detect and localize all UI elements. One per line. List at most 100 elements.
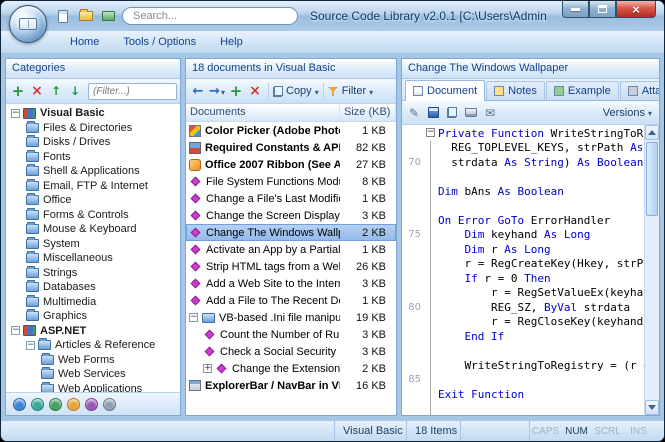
delete-document-button[interactable] xyxy=(246,82,264,100)
search-input[interactable] xyxy=(122,7,298,25)
save-button[interactable] xyxy=(424,104,442,122)
category-label: System xyxy=(43,238,80,250)
document-row[interactable]: Color Picker (Adobe Photoshop ...1 KB xyxy=(186,122,396,139)
scroll-down-button[interactable] xyxy=(645,400,659,415)
document-name-cell: +Change the Extension of Files i... xyxy=(186,360,340,377)
code-text: strdata As String) As Boolean xyxy=(438,156,644,169)
email-button[interactable] xyxy=(481,104,499,122)
move-down-button[interactable] xyxy=(66,82,84,100)
category-filter-input[interactable] xyxy=(88,83,177,100)
document-row[interactable]: Activate an App by a Partial Wind...1 KB xyxy=(186,241,396,258)
document-size: 3 KB xyxy=(340,278,396,290)
application-button[interactable] xyxy=(9,5,47,43)
category-item[interactable]: Disks / Drives xyxy=(6,135,180,150)
add-category-button[interactable] xyxy=(9,82,27,100)
document-row[interactable]: Strip HTML tags from a Web Page...26 KB xyxy=(186,258,396,275)
minimize-button[interactable] xyxy=(562,1,589,18)
back-button[interactable] xyxy=(189,82,207,100)
document-row[interactable]: Required Constants & API Decla...82 KB xyxy=(186,139,396,156)
document-row[interactable]: File System Functions Module8 KB xyxy=(186,173,396,190)
app-window: Source Code Library v2.0.1 [C:\Users\Adm… xyxy=(0,0,665,442)
category-item[interactable]: −ASP.NET xyxy=(6,324,180,339)
category-item[interactable]: Fonts xyxy=(6,150,180,165)
copy-icon xyxy=(447,107,457,118)
edit-button[interactable] xyxy=(405,104,423,122)
palette-icon[interactable] xyxy=(31,398,44,411)
category-item[interactable]: Web Forms xyxy=(6,353,180,368)
document-expander-icon[interactable]: + xyxy=(203,364,212,373)
tree-expander-icon[interactable]: − xyxy=(11,326,20,335)
category-item[interactable]: −Visual Basic xyxy=(6,106,180,121)
chart-icon[interactable] xyxy=(49,398,62,411)
document-row[interactable]: −VB-based .Ini file manipulation clas19 … xyxy=(186,309,396,326)
document-row[interactable]: Change the Screen Display Resolu...3 KB xyxy=(186,207,396,224)
filter-button[interactable]: Filter xyxy=(328,82,373,100)
document-row[interactable]: Add a Web Site to the Internet Exp...3 K… xyxy=(186,275,396,292)
tab-document[interactable]: Document xyxy=(405,80,485,101)
document-size: 3 KB xyxy=(340,346,396,358)
maximize-button[interactable] xyxy=(589,1,616,18)
toolbar-separator xyxy=(323,83,324,99)
category-item[interactable]: Multimedia xyxy=(6,295,180,310)
category-item[interactable]: Email, FTP & Internet xyxy=(6,179,180,194)
category-item[interactable]: Forms & Controls xyxy=(6,208,180,223)
copy-code-button[interactable] xyxy=(443,104,461,122)
delete-category-button[interactable] xyxy=(28,82,46,100)
tab-notes[interactable]: Notes xyxy=(486,81,545,100)
document-row[interactable]: Check a Social Security Numb...3 KB xyxy=(186,343,396,360)
document-row[interactable]: Office 2007 Ribbon (See Attach...27 KB xyxy=(186,156,396,173)
globe-icon[interactable] xyxy=(13,398,26,411)
tag-icon[interactable] xyxy=(85,398,98,411)
category-item[interactable]: Databases xyxy=(6,280,180,295)
vertical-scrollbar[interactable] xyxy=(644,125,659,415)
code-text: r = RegCreateKey(Hkey, strPath xyxy=(438,257,644,270)
collapse-icon[interactable]: − xyxy=(426,128,435,137)
category-item[interactable]: −Articles & Reference xyxy=(6,338,180,353)
document-expander-icon[interactable]: − xyxy=(189,313,198,322)
document-row[interactable]: +Change the Extension of Files i...2 KB xyxy=(186,360,396,377)
close-button[interactable]: × xyxy=(616,1,656,18)
code-line: On Error GoTo ErrorHandler xyxy=(402,213,644,228)
menu-item-help[interactable]: Help xyxy=(209,33,254,51)
category-item[interactable]: Files & Directories xyxy=(6,121,180,136)
export-button[interactable] xyxy=(99,7,118,26)
category-item[interactable]: Mouse & Keyboard xyxy=(6,222,180,237)
category-item[interactable]: Miscellaneous xyxy=(6,251,180,266)
category-label: Strings xyxy=(43,267,77,279)
category-item[interactable]: Office xyxy=(6,193,180,208)
versions-button[interactable]: Versions xyxy=(599,107,656,119)
open-button[interactable] xyxy=(76,7,95,26)
document-name-cell: Required Constants & API Decla... xyxy=(186,139,340,156)
gear-icon[interactable] xyxy=(103,398,116,411)
category-item[interactable]: Strings xyxy=(6,266,180,281)
menu-item-home[interactable]: Home xyxy=(59,33,110,51)
document-title: Office 2007 Ribbon (See Attach... xyxy=(205,159,340,171)
tab-attachments[interactable]: Attachments xyxy=(620,81,660,100)
document-row[interactable]: Add a File to The Recent Docume...1 KB xyxy=(186,292,396,309)
column-header-documents[interactable]: Documents xyxy=(186,104,340,121)
category-item[interactable]: Graphics xyxy=(6,309,180,324)
category-item[interactable]: Web Applications xyxy=(6,382,180,393)
tree-expander-icon[interactable]: − xyxy=(26,341,35,350)
title-bar[interactable]: Source Code Library v2.0.1 [C:\Users\Adm… xyxy=(1,1,664,31)
add-document-button[interactable] xyxy=(227,82,245,100)
document-row[interactable]: Change a File's Last Modified Date...1 K… xyxy=(186,190,396,207)
scrollbar-thumb[interactable] xyxy=(646,142,658,216)
print-button[interactable] xyxy=(462,104,480,122)
menu-item-tools-options[interactable]: Tools / Options xyxy=(112,33,207,51)
category-item[interactable]: System xyxy=(6,237,180,252)
category-item[interactable]: Shell & Applications xyxy=(6,164,180,179)
category-item[interactable]: Web Services xyxy=(6,367,180,382)
tab-example[interactable]: Example xyxy=(546,81,619,100)
scroll-up-button[interactable] xyxy=(645,125,659,140)
move-up-button[interactable] xyxy=(47,82,65,100)
document-row[interactable]: Change The Windows Wallpaper2 KB xyxy=(186,224,396,241)
forward-button[interactable] xyxy=(208,82,226,100)
copy-button[interactable]: Copy xyxy=(273,82,319,100)
document-row[interactable]: ExplorerBar / NavBar in VB (Proj...16 KB xyxy=(186,377,396,394)
tree-expander-icon[interactable]: − xyxy=(11,109,20,118)
clock-icon[interactable] xyxy=(67,398,80,411)
column-header-size[interactable]: Size (KB) xyxy=(340,104,396,121)
document-row[interactable]: Count the Number of Running...3 KB xyxy=(186,326,396,343)
new-document-button[interactable] xyxy=(53,7,72,26)
